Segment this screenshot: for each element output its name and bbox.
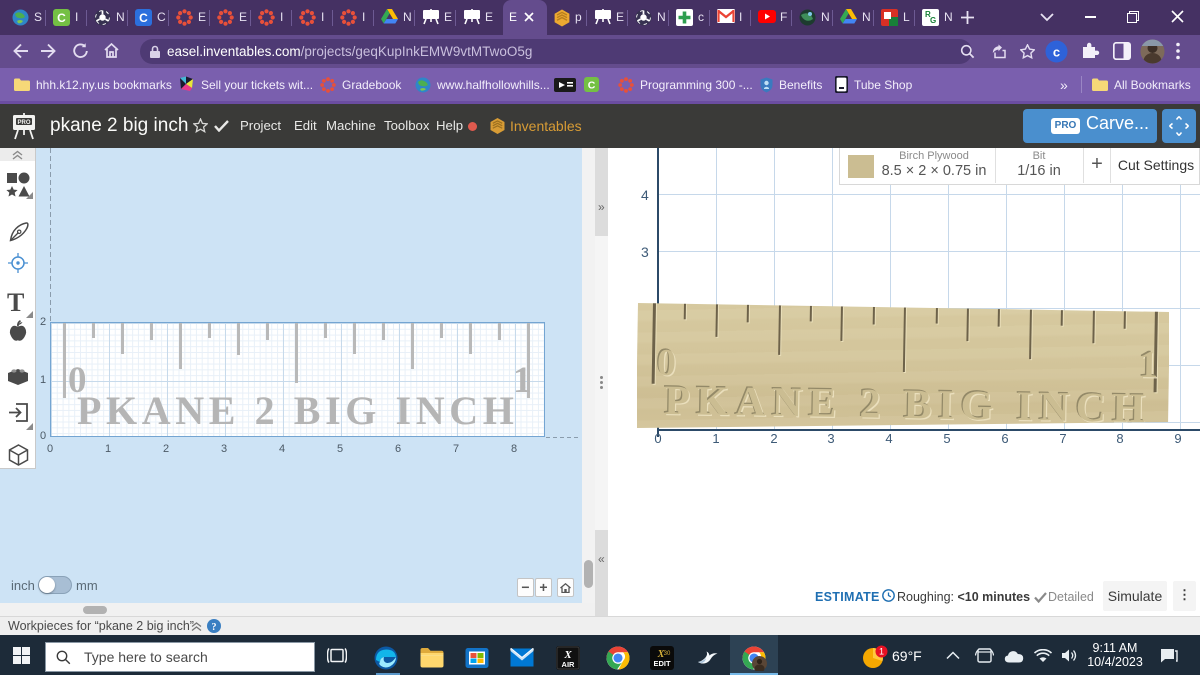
svg-text:c: c <box>1053 45 1060 60</box>
svg-text:?: ? <box>212 622 217 633</box>
svg-text:C: C <box>57 11 66 25</box>
svg-text:PRO: PRO <box>17 120 30 126</box>
svg-text:EDIT: EDIT <box>653 659 671 668</box>
svg-text:G: G <box>930 16 936 25</box>
svg-text:C: C <box>588 80 596 92</box>
svg-text:AIR: AIR <box>562 660 576 669</box>
svg-text:C: C <box>139 11 148 25</box>
svg-text:30: 30 <box>664 651 671 657</box>
svg-text:1: 1 <box>879 647 884 657</box>
